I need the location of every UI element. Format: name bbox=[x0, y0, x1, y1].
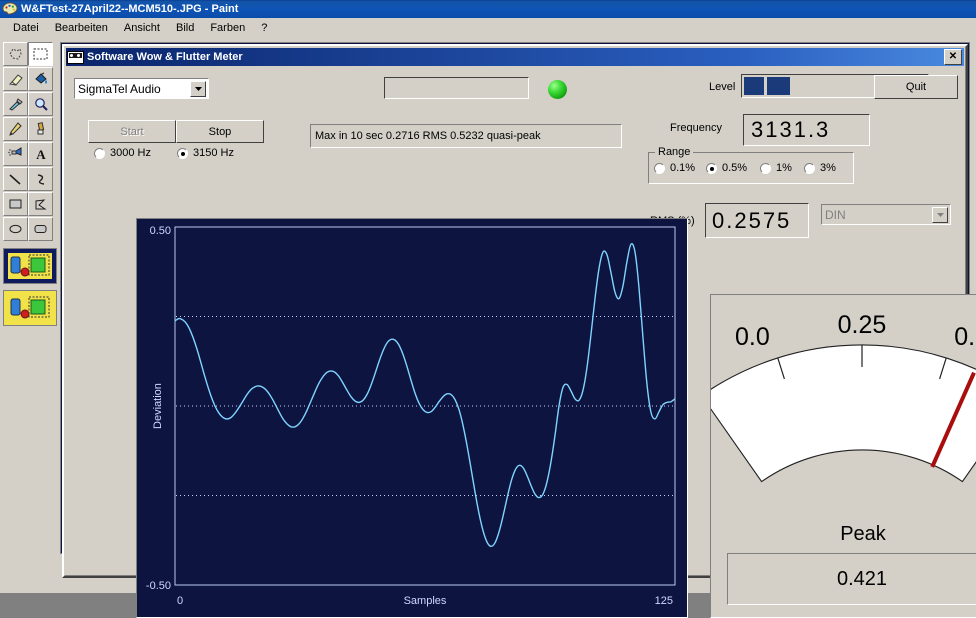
radio-3000hz[interactable]: 3000 Hz bbox=[94, 147, 151, 159]
radio-3150hz[interactable]: 3150 Hz bbox=[177, 147, 234, 159]
fill-with-color-tool[interactable] bbox=[28, 67, 53, 91]
magnifier-tool[interactable] bbox=[28, 92, 53, 116]
audio-device-value: SigmaTel Audio bbox=[78, 81, 161, 96]
rms-readout: 0.2575 bbox=[705, 203, 809, 238]
menu-bild[interactable]: Bild bbox=[168, 20, 202, 36]
pencil-tool[interactable] bbox=[3, 117, 28, 141]
rectangle-select-tool[interactable] bbox=[28, 42, 53, 66]
rounded-rectangle-tool[interactable] bbox=[28, 217, 53, 241]
polygon-tool[interactable] bbox=[28, 192, 53, 216]
radio-range-3-label: 3% bbox=[820, 162, 836, 174]
curve-tool[interactable] bbox=[28, 167, 53, 191]
level-label: Level bbox=[709, 81, 736, 93]
brush-tool[interactable] bbox=[28, 117, 53, 141]
dialog-title-text: Software Wow & Flutter Meter bbox=[87, 51, 243, 63]
quit-button[interactable]: Quit bbox=[874, 75, 958, 99]
start-button[interactable]: Start bbox=[88, 120, 176, 143]
chevron-down-icon[interactable] bbox=[932, 206, 948, 223]
free-form-select-tool[interactable] bbox=[3, 42, 28, 66]
radio-range-3[interactable]: 3% bbox=[804, 162, 836, 174]
radio-range-1-indicator bbox=[760, 162, 771, 174]
radio-range-0-5-indicator bbox=[706, 162, 717, 174]
color-box-preview-dark[interactable] bbox=[3, 248, 57, 284]
radio-range-0-1-indicator bbox=[654, 162, 665, 174]
radio-3000hz-indicator bbox=[94, 147, 105, 159]
airbrush-tool[interactable] bbox=[3, 142, 28, 166]
radio-range-1[interactable]: 1% bbox=[760, 162, 792, 174]
rectangle-tool[interactable] bbox=[3, 192, 28, 216]
svg-text:-0.50: -0.50 bbox=[146, 580, 171, 592]
peak-gauge-panel: 0.0 0.25 0.5 Peak 0.421 bbox=[710, 294, 976, 618]
menu-bearbeiten[interactable]: Bearbeiten bbox=[47, 20, 116, 36]
weighting-select[interactable]: DIN bbox=[821, 204, 951, 225]
deviation-graph: 0.50 -0.50 0 125 Samples Deviation bbox=[136, 218, 688, 618]
paint-tool-palette: A bbox=[3, 42, 57, 326]
menu-farben[interactable]: Farben bbox=[202, 20, 253, 36]
rms-value: 0.2575 bbox=[712, 207, 792, 233]
radio-3000hz-label: 3000 Hz bbox=[110, 147, 151, 159]
menu-datei[interactable]: Datei bbox=[5, 20, 47, 36]
dialog-title-bar[interactable]: Software Wow & Flutter Meter bbox=[66, 48, 964, 66]
svg-text:Samples: Samples bbox=[404, 595, 447, 607]
radio-range-0-1-label: 0.1% bbox=[670, 162, 696, 174]
wow-flutter-meter-dialog: Software Wow & Flutter Meter ✕ SigmaTel … bbox=[62, 44, 976, 618]
radio-range-0-1[interactable]: 0.1% bbox=[654, 162, 695, 174]
radio-range-0-5[interactable]: 0.5% bbox=[706, 162, 747, 174]
chevron-down-icon[interactable] bbox=[190, 80, 206, 97]
level-segment-1 bbox=[744, 77, 764, 95]
svg-text:Deviation: Deviation bbox=[152, 383, 164, 429]
text-tool[interactable]: A bbox=[28, 142, 53, 166]
svg-text:A: A bbox=[36, 148, 46, 161]
level-segment-2 bbox=[767, 77, 790, 95]
radio-range-1-label: 1% bbox=[776, 162, 792, 174]
close-icon[interactable]: ✕ bbox=[944, 49, 962, 65]
peak-readout: 0.421 bbox=[727, 553, 976, 605]
svg-text:125: 125 bbox=[655, 595, 673, 607]
max-readout-field: Max in 10 sec 0.2716 RMS 0.5232 quasi-pe… bbox=[310, 124, 622, 148]
paint-palette-icon bbox=[2, 2, 18, 16]
svg-text:0.0: 0.0 bbox=[735, 323, 770, 351]
status-led-green-icon bbox=[548, 80, 567, 99]
color-box-preview-light[interactable] bbox=[3, 290, 57, 326]
weighting-value: DIN bbox=[825, 207, 846, 222]
peak-gauge-svg: 0.0 0.25 0.5 bbox=[711, 311, 976, 483]
cassette-icon bbox=[67, 50, 84, 64]
radio-3150hz-label: 3150 Hz bbox=[193, 147, 234, 159]
ellipse-tool[interactable] bbox=[3, 217, 28, 241]
paint-title-text: W&FTest-27April22--MCM510-.JPG - Paint bbox=[21, 3, 239, 15]
frequency-readout: 3131.3 bbox=[743, 114, 870, 146]
radio-range-3-indicator bbox=[804, 162, 815, 174]
audio-device-select[interactable]: SigmaTel Audio bbox=[74, 78, 209, 99]
radio-range-0-5-label: 0.5% bbox=[722, 162, 748, 174]
paint-menu-bar: Datei Bearbeiten Ansicht Bild Farben ? bbox=[0, 18, 976, 37]
svg-text:0.5: 0.5 bbox=[954, 323, 976, 351]
deviation-graph-svg: 0.50 -0.50 0 125 Samples Deviation bbox=[137, 219, 687, 617]
menu-help[interactable]: ? bbox=[253, 20, 275, 36]
frequency-value: 3131.3 bbox=[751, 117, 831, 142]
menu-ansicht[interactable]: Ansicht bbox=[116, 20, 168, 36]
svg-text:0.25: 0.25 bbox=[838, 311, 887, 339]
radio-3150hz-indicator bbox=[177, 147, 188, 159]
range-label: Range bbox=[655, 146, 694, 158]
progress-status-field bbox=[384, 77, 529, 99]
line-tool[interactable] bbox=[3, 167, 28, 191]
peak-caption: Peak bbox=[840, 523, 886, 545]
paint-title-bar: W&FTest-27April22--MCM510-.JPG - Paint bbox=[0, 0, 976, 18]
stop-button[interactable]: Stop bbox=[176, 120, 264, 143]
eraser-tool[interactable] bbox=[3, 67, 28, 91]
svg-text:0: 0 bbox=[177, 595, 183, 607]
svg-text:0.50: 0.50 bbox=[150, 225, 171, 237]
frequency-label: Frequency bbox=[670, 122, 722, 134]
pick-color-tool[interactable] bbox=[3, 92, 28, 116]
